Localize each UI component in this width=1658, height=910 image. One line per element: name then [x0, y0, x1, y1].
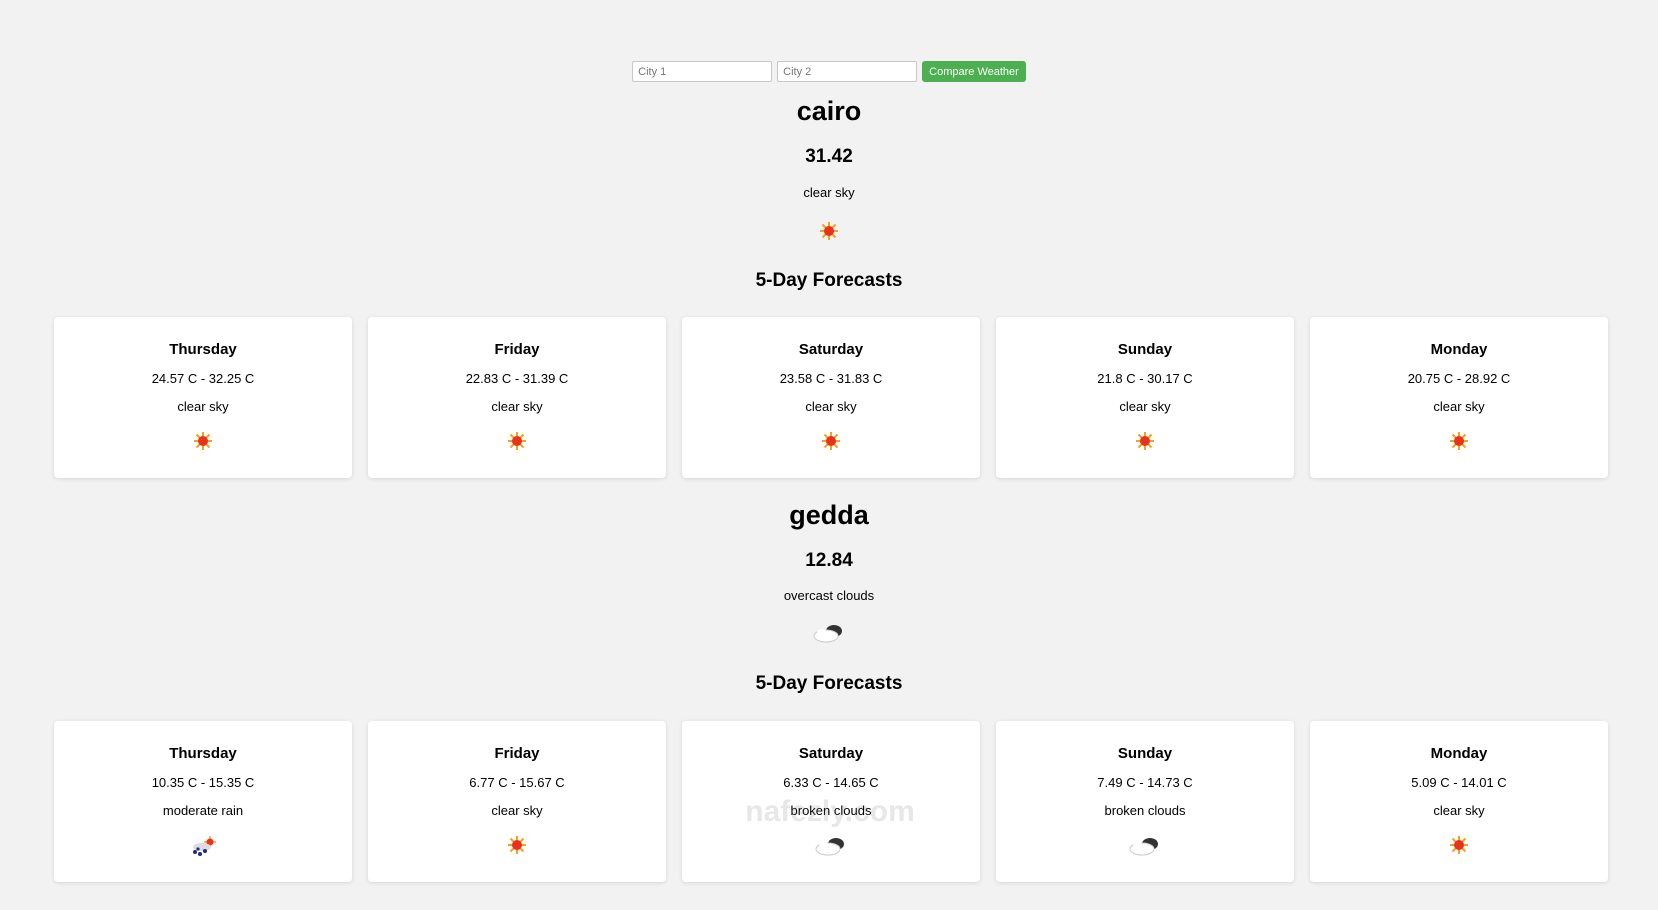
forecast-card: Monday 5.09 C - 14.01 C clear sky [1310, 721, 1608, 882]
forecast-day: Friday [494, 341, 540, 358]
forecast-day: Saturday [798, 341, 864, 358]
forecast-day: Sunday [1117, 745, 1173, 762]
forecast-temp-range: 5.09 C - 14.01 C [1411, 775, 1507, 790]
forecast-card: Saturday 23.58 C - 31.83 C clear sky [682, 317, 980, 478]
sun-icon [996, 431, 1294, 451]
forecast-temp-range: 6.33 C - 14.65 C [783, 775, 879, 790]
forecast-temp-range: 10.35 C - 15.35 C [151, 775, 255, 790]
sun-icon [368, 431, 666, 451]
forecast-card: Thursday 10.35 C - 15.35 C moderate rain [54, 721, 352, 882]
forecast-temp-range: 7.49 C - 14.73 C [1097, 775, 1193, 790]
forecast-day: Sunday [1117, 341, 1173, 358]
forecast-temp-range: 20.75 C - 28.92 C [1407, 371, 1511, 386]
forecast-heading: 5-Day Forecasts [755, 673, 903, 694]
forecast-temp-range: 22.83 C - 31.39 C [465, 371, 569, 386]
forecast-description: broken clouds [790, 803, 872, 818]
sun-icon [682, 431, 980, 451]
city-name: cairo [796, 96, 862, 126]
forecast-heading: 5-Day Forecasts [755, 270, 903, 291]
compare-form: Compare Weather [0, 61, 1658, 82]
compare-weather-button[interactable]: Compare Weather [922, 61, 1026, 82]
forecast-card: Monday 20.75 C - 28.92 C clear sky [1310, 317, 1608, 478]
forecast-description: clear sky [1119, 399, 1171, 414]
forecast-day: Friday [494, 745, 540, 762]
city1-input[interactable] [632, 61, 773, 82]
forecast-day: Saturday [798, 745, 864, 762]
forecast-description: moderate rain [162, 803, 244, 818]
forecast-description: clear sky [1433, 399, 1485, 414]
forecast-description: clear sky [491, 399, 543, 414]
forecast-day: Monday [1430, 745, 1488, 762]
forecast-cards: Thursday 24.57 C - 32.25 C clear sky Fri… [54, 317, 1611, 478]
forecast-temp-range: 24.57 C - 32.25 C [151, 371, 255, 386]
forecast-description: clear sky [177, 399, 229, 414]
broken-clouds-icon [682, 835, 980, 857]
rain-icon [54, 835, 352, 857]
forecast-day: Thursday [169, 341, 237, 358]
city-name: gedda [789, 500, 869, 530]
city-description: overcast clouds [783, 588, 875, 603]
forecast-temp-range: 23.58 C - 31.83 C [779, 371, 883, 386]
sun-icon [368, 835, 666, 855]
forecast-description: broken clouds [1104, 803, 1186, 818]
city-description: clear sky [803, 185, 855, 200]
city-temperature: 12.84 [805, 550, 853, 571]
broken-clouds-icon [996, 835, 1294, 857]
sun-icon [0, 221, 1658, 241]
sun-icon [1310, 431, 1608, 451]
forecast-card: Friday 22.83 C - 31.39 C clear sky [368, 317, 666, 478]
forecast-temp-range: 21.8 C - 30.17 C [1097, 371, 1193, 386]
forecast-temp-range: 6.77 C - 15.67 C [469, 775, 565, 790]
forecast-description: clear sky [491, 803, 543, 818]
city-temperature: 31.42 [805, 146, 853, 167]
forecast-day: Monday [1430, 341, 1488, 358]
forecast-card: Sunday 7.49 C - 14.73 C broken clouds [996, 721, 1294, 882]
sun-icon [54, 431, 352, 451]
forecast-description: clear sky [1433, 803, 1485, 818]
sun-icon [1310, 835, 1608, 855]
forecast-card: Sunday 21.8 C - 30.17 C clear sky [996, 317, 1294, 478]
overcast-clouds-icon [0, 622, 1658, 644]
forecast-card: Friday 6.77 C - 15.67 C clear sky [368, 721, 666, 882]
forecast-day: Thursday [169, 745, 237, 762]
forecast-card: Thursday 24.57 C - 32.25 C clear sky [54, 317, 352, 478]
city2-input[interactable] [777, 61, 918, 82]
forecast-description: clear sky [805, 399, 857, 414]
forecast-card: Saturday 6.33 C - 14.65 C broken clouds [682, 721, 980, 882]
forecast-cards: Thursday 10.35 C - 15.35 C moderate rain… [54, 721, 1611, 882]
